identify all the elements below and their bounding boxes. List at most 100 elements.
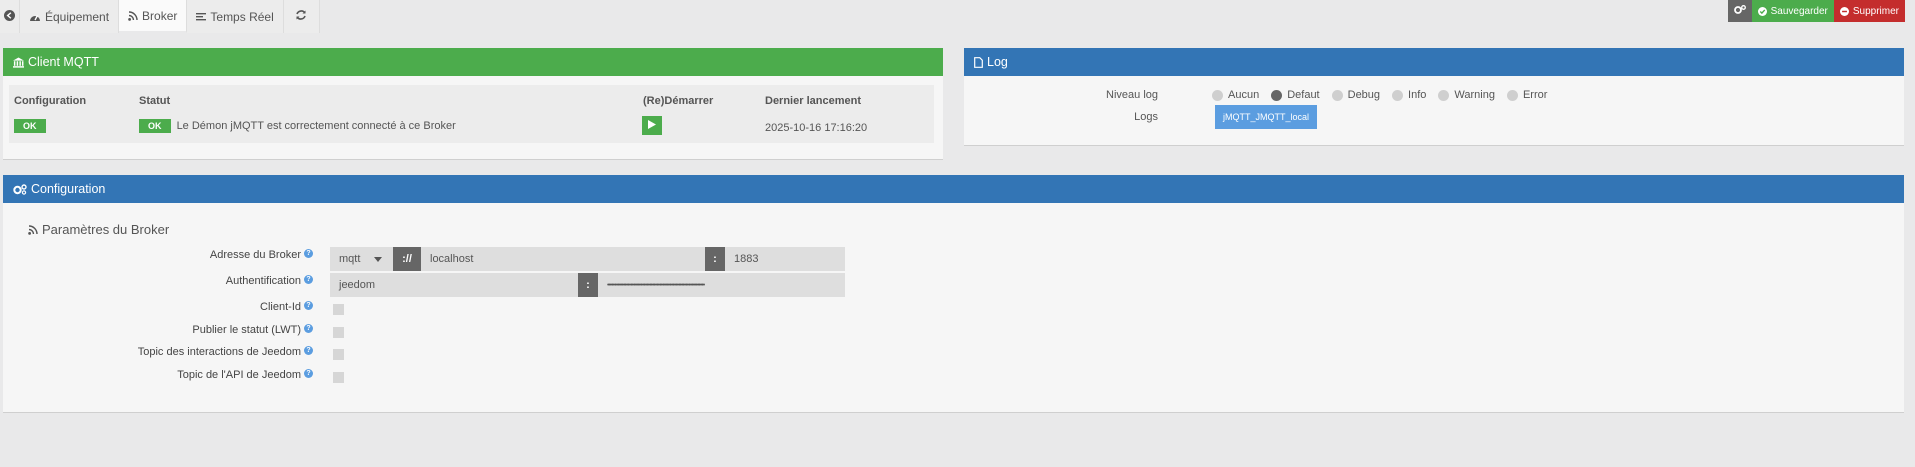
caret-down-icon: [374, 256, 383, 262]
interactions-topic-checkbox[interactable]: [333, 349, 344, 360]
client-id-checkbox[interactable]: [333, 304, 344, 315]
field-label: Publier le statut (LWT): [192, 324, 301, 336]
help-icon[interactable]: ?: [304, 301, 313, 310]
bank-icon: [13, 56, 24, 68]
table-row: OK: [14, 119, 46, 133]
radio-icon: [1438, 89, 1450, 101]
rss-icon: [28, 224, 38, 235]
radio-label: Info: [1408, 89, 1427, 101]
tab-equipment-label: Équipement: [45, 9, 110, 24]
broker-params-section: Paramètres du Broker: [28, 222, 169, 237]
api-topic-label: Topic de l'API de Jeedom?: [177, 369, 313, 381]
log-level-aucun[interactable]: Aucun: [1212, 89, 1259, 101]
play-icon: [648, 119, 656, 132]
radio-icon: [1212, 89, 1223, 101]
check-circle-icon: [1757, 6, 1767, 16]
radio-selected-icon: [1271, 89, 1283, 101]
radio-label: Aucun: [1228, 89, 1260, 101]
tab-broker[interactable]: Broker: [119, 0, 188, 33]
log-level-warning[interactable]: Warning: [1438, 89, 1495, 101]
action-buttons: Sauvegarder Supprimer: [1727, 0, 1905, 22]
log-level-debug[interactable]: Debug: [1331, 89, 1381, 101]
configuration-panel: Configuration Paramètres du Broker Adres…: [3, 175, 1904, 413]
log-level-error[interactable]: Error: [1506, 89, 1548, 101]
minus-circle-icon: [1839, 6, 1849, 16]
field-label: Topic de l'API de Jeedom: [177, 369, 301, 381]
tab-realtime-label: Temps Réel: [210, 9, 274, 24]
password-input[interactable]: ••••••••••••••••••••••••••••••••••••••••…: [598, 273, 845, 297]
log-panel: Log Niveau log Aucun Defaut Debug Info W…: [964, 48, 1904, 146]
radio-label: Error: [1522, 89, 1548, 101]
log-level-radios: Aucun Defaut Debug Info Warning Error: [1212, 89, 1559, 101]
arrow-left-circle-icon: [4, 9, 15, 24]
help-icon[interactable]: ?: [304, 324, 313, 333]
configuration-panel-header: Configuration: [3, 175, 1904, 203]
radio-label: Debug: [1347, 89, 1381, 101]
username-input[interactable]: jeedom: [330, 273, 578, 297]
restart-button[interactable]: [642, 116, 662, 135]
log-level-info[interactable]: Info: [1392, 89, 1426, 101]
daemon-status-badge: OK: [139, 119, 171, 133]
refresh-button[interactable]: [283, 0, 320, 33]
broker-port-input[interactable]: 1883: [725, 247, 845, 271]
logs-label: Logs: [1134, 111, 1158, 123]
config-status-badge: OK: [14, 119, 46, 133]
field-label: Authentification: [225, 275, 301, 287]
protocol-select[interactable]: mqtt: [330, 247, 393, 271]
advanced-config-button[interactable]: [1727, 0, 1752, 22]
header-status: Statut: [139, 95, 171, 107]
help-icon[interactable]: ?: [304, 369, 313, 378]
save-button-label: Sauvegarder: [1770, 5, 1828, 17]
radio-icon: [1331, 89, 1343, 101]
header-last-launch: Dernier lancement: [765, 95, 861, 107]
delete-button[interactable]: Supprimer: [1833, 0, 1905, 22]
log-level-defaut[interactable]: Defaut: [1271, 89, 1320, 101]
api-topic-checkbox[interactable]: [333, 372, 344, 383]
lwt-label: Publier le statut (LWT)?: [192, 324, 313, 336]
protocol-value: mqtt: [339, 253, 361, 265]
configuration-panel-title: Configuration: [31, 182, 106, 196]
broker-host-input[interactable]: localhost: [421, 247, 705, 271]
auth-separator: :: [578, 273, 598, 297]
daemon-status-text: Le Démon jMQTT est correctement connecté…: [176, 120, 456, 132]
log-file-button[interactable]: jMQTT_JMQTT_local: [1215, 105, 1318, 129]
lwt-checkbox[interactable]: [333, 327, 344, 338]
header-restart: (Re)Démarrer: [643, 95, 714, 107]
delete-button-label: Supprimer: [1852, 5, 1899, 17]
log-panel-title: Log: [987, 55, 1008, 69]
log-panel-header: Log: [964, 48, 1904, 76]
rss-icon: [128, 10, 138, 21]
field-label: Topic des interactions de Jeedom: [137, 346, 301, 358]
field-label: Client-Id: [260, 301, 301, 313]
tab-broker-label: Broker: [142, 8, 178, 23]
refresh-icon: [295, 9, 307, 24]
cogs-icon: [1733, 4, 1746, 18]
interactions-topic-label: Topic des interactions de Jeedom?: [138, 346, 313, 358]
back-button[interactable]: [0, 0, 20, 33]
broker-params-title: Paramètres du Broker: [42, 222, 170, 237]
cogs-icon: [13, 183, 27, 195]
client-id-label: Client-Id?: [260, 301, 313, 313]
radio-label: Defaut: [1287, 89, 1320, 101]
header-configuration: Configuration: [14, 95, 87, 107]
last-launch-value: 2025-10-16 17:16:20: [765, 122, 868, 134]
save-button[interactable]: Sauvegarder: [1751, 0, 1834, 22]
protocol-separator: ://: [393, 247, 421, 271]
tab-realtime[interactable]: Temps Réel: [187, 0, 284, 33]
tab-equipment[interactable]: Équipement: [20, 0, 120, 33]
mqtt-client-panel-title: Client MQTT: [28, 55, 99, 69]
tachometer-icon: [29, 12, 41, 22]
radio-icon: [1392, 89, 1404, 101]
help-icon[interactable]: ?: [304, 249, 313, 258]
mqtt-status-table: Configuration Statut (Re)Démarrer Dernie…: [9, 85, 934, 143]
help-icon[interactable]: ?: [304, 275, 313, 284]
password-mask: ••••••••••••••••••••••••••••••••••••••••…: [607, 281, 705, 289]
file-icon: [974, 56, 983, 68]
radio-label: Warning: [1454, 89, 1495, 101]
table-row: OK Le Démon jMQTT est correctement conne…: [139, 119, 456, 133]
help-icon[interactable]: ?: [304, 346, 313, 355]
list-icon: [196, 12, 207, 22]
field-label: Adresse du Broker: [209, 249, 301, 261]
broker-address-label: Adresse du Broker?: [210, 249, 313, 261]
port-separator: :: [705, 247, 725, 271]
